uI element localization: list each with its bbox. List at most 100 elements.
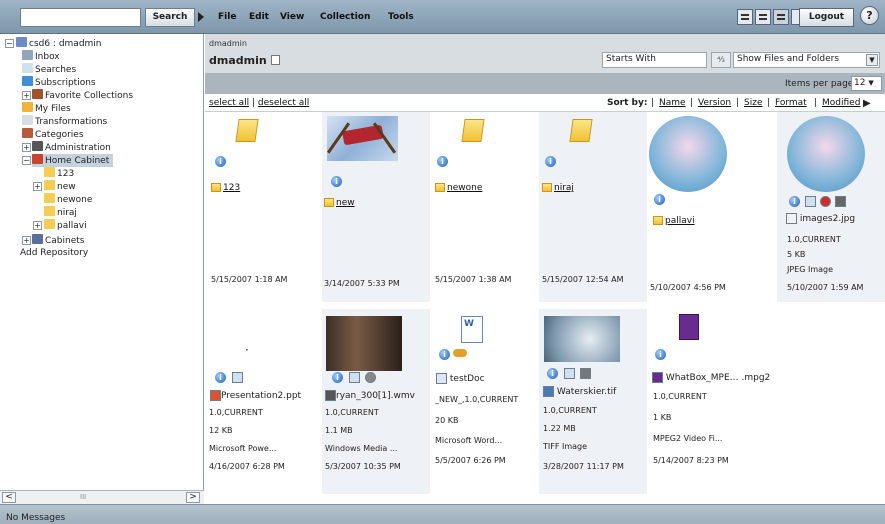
grid-item[interactable]: i niraj 5/15/2007 12:54 AM xyxy=(539,112,647,302)
tree-item-folder[interactable]: newone xyxy=(44,193,92,206)
sort-name-link[interactable]: Name xyxy=(659,98,686,108)
item-name[interactable]: Presentation2.ppt xyxy=(221,391,301,401)
menu-collection[interactable]: Collection xyxy=(320,12,370,22)
key-icon[interactable] xyxy=(453,349,467,357)
play-icon[interactable] xyxy=(365,372,376,383)
item-name[interactable]: ryan_300[1].wmv xyxy=(336,391,415,401)
tree-item-transformations[interactable]: Transformations xyxy=(22,115,107,128)
search-input[interactable] xyxy=(20,8,141,27)
item-name-link[interactable]: niraj xyxy=(554,183,574,193)
grid-item[interactable]: W i testDoc _NEW_,1.0,CURRENT 20 KB Micr… xyxy=(431,309,539,494)
info-icon[interactable]: i xyxy=(545,156,556,167)
tree-item-folder[interactable]: pallavi xyxy=(44,219,87,232)
tree-item-administration[interactable]: Administration xyxy=(32,141,111,154)
item-name[interactable]: Waterskier.tif xyxy=(557,387,616,397)
sort-direction-icon[interactable]: ▶ xyxy=(863,98,871,109)
tree-horizontal-scrollbar[interactable]: < III > xyxy=(0,490,204,504)
item-name-link[interactable]: 123 xyxy=(223,183,240,193)
grid-item[interactable]: i pallavi 5/10/2007 4:56 PM xyxy=(647,112,755,302)
info-icon[interactable]: i xyxy=(215,156,226,167)
deselect-all-link[interactable]: deselect all xyxy=(258,98,309,108)
grid-item[interactable]: i ryan_300[1].wmv 1.0,CURRENT 1.1 MB Win… xyxy=(322,309,430,494)
video-thumbnail[interactable] xyxy=(326,316,402,371)
sort-format-link[interactable]: Format xyxy=(775,98,807,108)
item-name[interactable]: testDoc xyxy=(450,374,485,384)
logout-button[interactable]: Logout xyxy=(799,8,854,27)
menu-file[interactable]: File xyxy=(218,12,236,22)
tree-item-my-files[interactable]: My Files xyxy=(22,102,71,115)
tree-root[interactable]: csd6 : dmadmin xyxy=(16,37,102,50)
chevron-down-icon[interactable]: ▼ xyxy=(866,54,878,66)
sort-modified-link[interactable]: Modified xyxy=(822,98,860,108)
scroll-thumb[interactable]: III xyxy=(80,493,110,501)
grid-view-icon[interactable] xyxy=(773,9,789,25)
grid-item[interactable]: i newone 5/15/2007 1:38 AM xyxy=(431,112,539,302)
princess-thumbnail[interactable] xyxy=(787,116,865,192)
expand-icon[interactable]: + xyxy=(22,143,31,152)
item-name[interactable]: WhatBox_MPE… .mpg2 xyxy=(666,373,770,383)
info-icon[interactable]: i xyxy=(215,372,226,383)
view-icon[interactable] xyxy=(232,372,243,383)
lock-icon[interactable] xyxy=(835,196,846,207)
expand-icon[interactable]: + xyxy=(22,236,31,245)
expand-icon[interactable]: + xyxy=(22,91,31,100)
show-files-select[interactable]: Show Files and Folders ▼ xyxy=(733,52,880,68)
search-button[interactable]: Search xyxy=(145,8,195,27)
grid-item[interactable]: · i Presentation2.ppt 1.0,CURRENT 12 KB … xyxy=(205,309,313,494)
menu-edit[interactable]: Edit xyxy=(249,12,269,22)
view-image-icon[interactable] xyxy=(805,196,816,207)
grid-item[interactable]: i new 3/14/2007 5:33 PM xyxy=(322,112,430,302)
tree-item-folder[interactable]: niraj xyxy=(44,206,77,219)
tree-item-folder[interactable]: new xyxy=(44,180,76,193)
tree-item-subscriptions[interactable]: Subscriptions xyxy=(22,76,96,89)
help-icon[interactable]: ? xyxy=(860,6,879,25)
sort-size-link[interactable]: Size xyxy=(744,98,762,108)
team-logo-thumbnail[interactable] xyxy=(326,116,398,161)
breadcrumb[interactable]: dmadmin xyxy=(209,39,247,48)
grid-item[interactable]: i WhatBox_MPE… .mpg2 1.0,CURRENT 1 KB MP… xyxy=(647,309,770,494)
item-name[interactable]: images2.jpg xyxy=(800,214,855,224)
add-repository-link[interactable]: Add Repository xyxy=(20,247,88,260)
info-icon[interactable]: i xyxy=(789,196,800,207)
menu-view[interactable]: View xyxy=(280,12,304,22)
expand-icon[interactable]: + xyxy=(33,221,42,230)
info-icon[interactable]: i xyxy=(439,349,450,360)
info-icon[interactable]: i xyxy=(654,194,665,205)
waterskier-thumbnail[interactable] xyxy=(544,316,620,362)
thumbnail-view-icon[interactable] xyxy=(755,9,771,25)
list-view-icon[interactable] xyxy=(737,9,753,25)
princess-thumbnail[interactable] xyxy=(649,116,727,192)
info-icon[interactable]: i xyxy=(332,372,343,383)
items-per-page-select[interactable]: 12 ▼ xyxy=(851,76,882,91)
tree-item-folder[interactable]: 123 xyxy=(44,167,74,180)
tree-item-cabinets[interactable]: Cabinets xyxy=(32,234,84,247)
properties-icon[interactable] xyxy=(270,55,280,65)
lock-icon[interactable] xyxy=(580,368,591,379)
collapse-icon[interactable]: − xyxy=(22,156,31,165)
tree-item-searches[interactable]: Searches xyxy=(22,63,76,76)
collapse-icon[interactable]: − xyxy=(5,39,14,48)
grid-item[interactable]: i 123 5/15/2007 1:18 AM xyxy=(205,112,313,302)
scroll-right-icon[interactable]: > xyxy=(186,492,200,503)
tree-item-inbox[interactable]: Inbox xyxy=(22,50,60,63)
starts-with-filter-input[interactable]: Starts With xyxy=(602,52,707,68)
grid-item[interactable]: i Waterskier.tif 1.0,CURRENT 1.22 MB TIF… xyxy=(539,309,647,494)
sort-version-link[interactable]: Version xyxy=(698,98,731,108)
search-options-arrow-icon[interactable] xyxy=(198,12,204,22)
expand-icon[interactable]: + xyxy=(33,182,42,191)
filter-go-button[interactable]: ⁴⁄₃ xyxy=(711,52,731,68)
info-icon[interactable]: i xyxy=(437,156,448,167)
menu-tools[interactable]: Tools xyxy=(388,12,414,22)
view-icon[interactable] xyxy=(349,372,360,383)
scroll-left-icon[interactable]: < xyxy=(2,492,16,503)
info-icon[interactable]: i xyxy=(547,368,558,379)
info-icon[interactable]: i xyxy=(655,349,666,360)
item-name-link[interactable]: pallavi xyxy=(665,216,695,226)
item-name-link[interactable]: newone xyxy=(447,183,482,193)
tree-item-categories[interactable]: Categories xyxy=(22,128,84,141)
tree-item-favorites[interactable]: Favorite Collections xyxy=(32,89,133,102)
view-icon[interactable] xyxy=(564,368,575,379)
select-all-link[interactable]: select all xyxy=(209,98,249,108)
tree-item-home-cabinet[interactable]: Home Cabinet xyxy=(32,154,114,167)
info-icon[interactable]: i xyxy=(331,176,342,187)
